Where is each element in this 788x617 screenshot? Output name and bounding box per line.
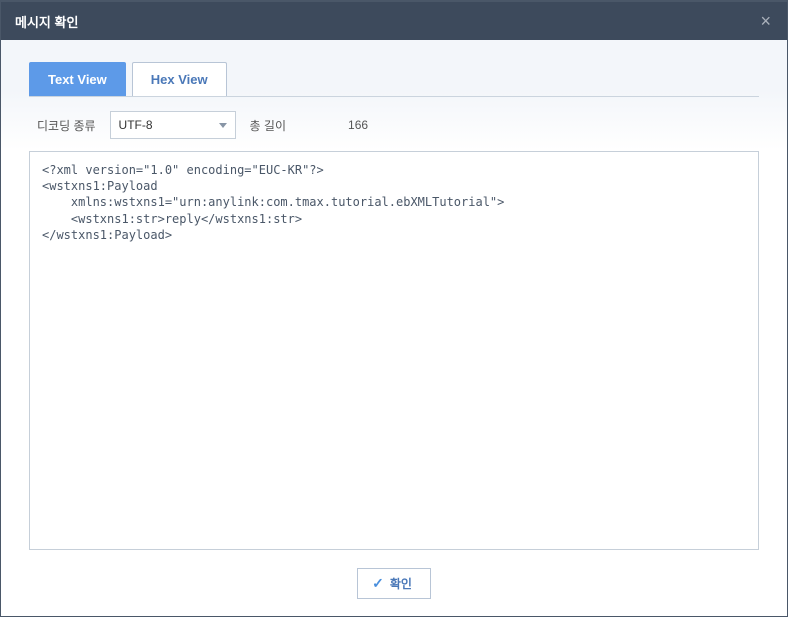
decoding-type-label: 디코딩 종류 [37,117,96,134]
ok-button[interactable]: ✓ 확인 [357,568,431,599]
dialog-footer: ✓ 확인 [1,550,787,616]
message-content[interactable]: <?xml version="1.0" encoding="EUC-KR"?> … [29,151,759,550]
tab-label: Text View [48,72,107,87]
ok-button-label: 확인 [390,575,412,592]
close-icon: × [760,11,771,31]
dialog-body: Text View Hex View 디코딩 종류 UTF-8 총 길이 166… [1,40,787,550]
tab-separator [29,96,759,97]
total-length-value: 166 [300,118,368,132]
dialog-header: 메시지 확인 × [1,2,787,40]
tab-bar: Text View Hex View [29,62,759,96]
tab-text-view[interactable]: Text View [29,62,126,96]
message-view-dialog: 메시지 확인 × Text View Hex View 디코딩 종류 UTF-8… [0,0,788,617]
close-button[interactable]: × [754,10,777,32]
decoding-type-value: UTF-8 [119,118,153,132]
total-length-label: 총 길이 [250,117,286,134]
decoding-type-select[interactable]: UTF-8 [110,111,236,139]
chevron-down-icon [219,123,227,128]
tab-hex-view[interactable]: Hex View [132,62,227,96]
controls-row: 디코딩 종류 UTF-8 총 길이 166 [29,111,759,139]
check-icon: ✓ [372,575,384,592]
dialog-title: 메시지 확인 [15,12,78,31]
tab-label: Hex View [151,72,208,87]
